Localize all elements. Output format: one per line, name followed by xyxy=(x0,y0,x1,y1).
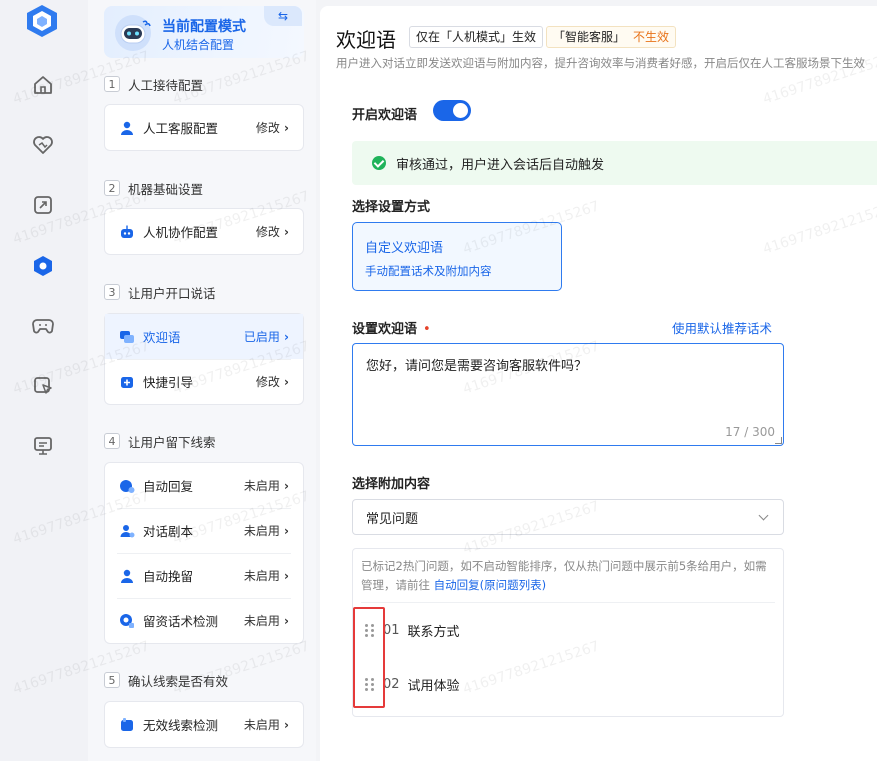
sidebar-item-retain[interactable]: 自动挽留 未启用 xyxy=(105,553,303,598)
section-5-group: 无效线索检测 未启用 xyxy=(104,701,304,748)
robot-icon xyxy=(121,225,133,238)
page-description: 用户进入对话立即发送欢迎语与附加内容，提升咨询效率与消费者好感，开启后仅在人工客… xyxy=(336,56,865,70)
toggle-label: 开启欢迎语 xyxy=(352,108,418,123)
attach-content-select[interactable]: 常见问题 xyxy=(352,499,784,535)
resize-handle-icon[interactable] xyxy=(775,437,782,444)
user-script-icon xyxy=(120,524,135,537)
sidebar-item-collab[interactable]: 人机协作配置 修改 xyxy=(105,209,303,254)
check-circle-icon xyxy=(372,156,386,170)
greeting-label: 设置欢迎语 • xyxy=(352,322,431,337)
auto-reply-link[interactable]: 自动回复(原问题列表) xyxy=(434,578,546,592)
user-icon xyxy=(121,121,133,135)
page-title: 欢迎语 xyxy=(336,28,396,52)
cube-guide-icon xyxy=(121,376,133,388)
chat-bubbles-icon xyxy=(120,330,134,343)
section-3-header: 3 让用户开口说话 xyxy=(104,282,216,302)
char-counter: 17 / 300 xyxy=(725,425,775,439)
gamepad-icon[interactable] xyxy=(30,313,56,339)
lead-detect-icon xyxy=(120,613,134,628)
approval-banner: 审核通过，用户进入会话后自动触发 xyxy=(352,141,877,185)
chevron-down-icon xyxy=(758,510,769,521)
invalid-lead-icon xyxy=(121,717,133,731)
section-3-group: 欢迎语 已启用 快捷引导 修改 xyxy=(104,313,304,405)
smart-service-tag: 「智能客服」 不生效 xyxy=(546,26,677,48)
custom-welcome-option[interactable]: 自定义欢迎语 手动配置话术及附加内容 xyxy=(352,222,562,291)
swap-icon[interactable]: ⇆ xyxy=(264,6,302,26)
method-label: 选择设置方式 xyxy=(352,200,431,215)
greeting-textarea[interactable]: 您好，请问您是需要咨询客服软件吗？ 17 / 300 xyxy=(352,343,784,446)
config-mode-card: 当前配置模式 人机结合配置 ⇆ xyxy=(104,6,304,58)
sidebar-item-auto-reply[interactable]: 自动回复 未启用 xyxy=(105,463,303,508)
app-logo-icon xyxy=(27,5,57,37)
section-2-group: 人机协作配置 修改 xyxy=(104,208,304,255)
drag-handles-highlight xyxy=(353,607,385,708)
mode-tag: 仅在「人机模式」生效 xyxy=(409,26,544,48)
app-rail xyxy=(0,0,88,761)
sidebar-item-lead-detect[interactable]: 留资话术检测 未启用 xyxy=(105,598,303,643)
heart-icon[interactable] xyxy=(30,132,56,158)
share-out-icon[interactable] xyxy=(30,192,56,218)
cursor-click-icon[interactable] xyxy=(30,373,56,399)
sidebar-item-invalid-lead[interactable]: 无效线索检测 未启用 xyxy=(105,702,303,747)
section-1-group: 人工客服配置 修改 xyxy=(104,104,304,151)
config-active-icon[interactable] xyxy=(30,253,56,279)
use-default-script-link[interactable]: 使用默认推荐话术 xyxy=(672,318,772,337)
sidebar-item-quick-guide[interactable]: 快捷引导 修改 xyxy=(105,359,303,404)
section-4-header: 4 让用户留下线索 xyxy=(104,431,216,451)
section-1-header: 1 人工接待配置 xyxy=(104,74,203,94)
faq-list-box: 已标记2热门问题，如不启动智能排序，仅从热门问题中展示前5条给用户，如需管理，请… xyxy=(352,548,784,717)
user-retain-icon xyxy=(121,569,133,583)
sidebar-item-script[interactable]: 对话剧本 未启用 xyxy=(105,508,303,553)
section-4-group: 自动回复 未启用 对话剧本 未启用 自动挽留 未启用 留资话术检测 未启用 xyxy=(104,462,304,644)
monitor-icon[interactable] xyxy=(30,433,56,459)
mode-subtitle: 人机结合配置 xyxy=(162,38,235,52)
home-icon[interactable] xyxy=(30,72,56,98)
welcome-toggle[interactable] xyxy=(433,100,471,121)
sidebar-item-human-agent[interactable]: 人工客服配置 修改 xyxy=(105,105,303,150)
robot-avatar-icon xyxy=(115,15,151,51)
auto-reply-icon xyxy=(120,479,135,493)
welcome-config-panel: 欢迎语 仅在「人机模式」生效 「智能客服」 不生效 用户进入对话立即发送欢迎语与附… xyxy=(320,6,877,761)
attach-label: 选择附加内容 xyxy=(352,477,431,492)
section-2-header: 2 机器基础设置 xyxy=(104,178,203,198)
config-sidebar: 当前配置模式 人机结合配置 ⇆ 1 人工接待配置 人工客服配置 修改 2 机器基… xyxy=(88,0,316,761)
faq-note: 已标记2热门问题，如不启动智能排序，仅从热门问题中展示前5条给用户，如需管理，请… xyxy=(361,559,767,592)
mode-title: 当前配置模式 xyxy=(162,19,246,35)
sidebar-item-welcome[interactable]: 欢迎语 已启用 xyxy=(105,314,303,359)
section-5-header: 5 确认线索是否有效 xyxy=(104,670,228,690)
